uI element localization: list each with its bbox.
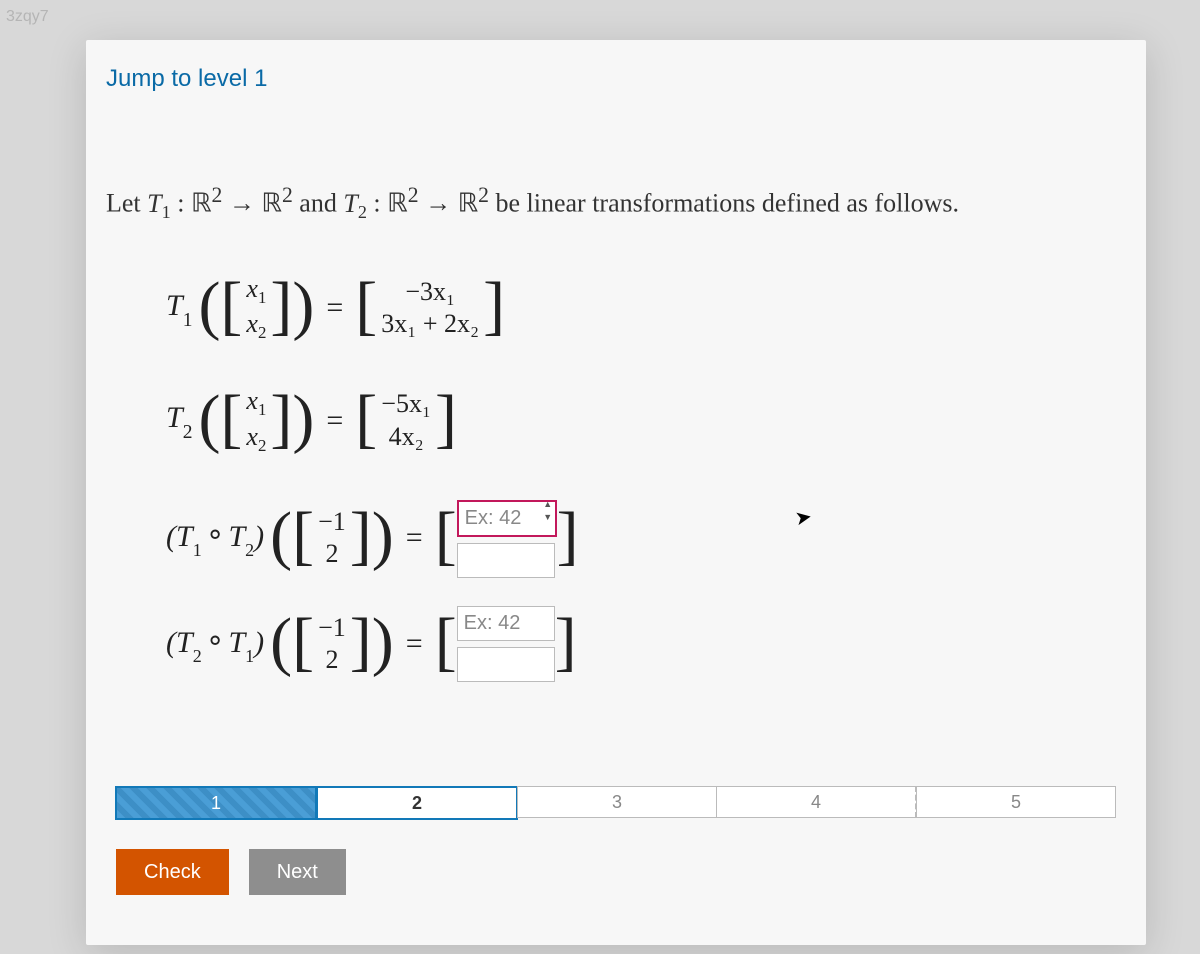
answer-input-2-top[interactable] <box>457 606 555 641</box>
sup2c: 2 <box>408 183 419 207</box>
compose-t2t1: (T2∘T1) <box>166 625 264 664</box>
equation-t1: T1 ( [ x1 x2 ] ) = [ −3x₁ 3x₁ + 2x₂ ] <box>166 273 1146 344</box>
close-bracket: ] <box>350 612 372 671</box>
definitions-block: T1 ( [ x1 x2 ] ) = [ −3x₁ 3x₁ + 2x₂ ] T2… <box>166 273 1146 456</box>
t2-label: T <box>166 401 183 434</box>
open-paren: ( <box>198 389 220 448</box>
equals-sign: = <box>326 291 343 325</box>
t2-label-sub: 2 <box>183 422 193 443</box>
arrow2: → <box>419 189 458 218</box>
spinner-down-icon[interactable]: ▼ <box>542 513 554 526</box>
and-text: and <box>293 189 344 218</box>
sup2d: 2 <box>478 183 489 207</box>
x2-sub: 2 <box>258 323 266 342</box>
answer-row-2: (T2∘T1) ( [ −1 2 ] ) = [ ] <box>166 606 1146 682</box>
open-paren: ( <box>198 276 220 335</box>
button-row: Check Next <box>116 849 346 895</box>
answer-input-2-bottom[interactable] <box>457 647 555 682</box>
close-paren: ) <box>372 612 394 671</box>
prompt-text: Let <box>106 189 147 218</box>
problem-prompt: Let T1 : ℝ2 → ℝ2 and T2 : ℝ2 → ℝ2 be lin… <box>106 183 1146 223</box>
output-vector: −5x₁ 4x₂ <box>377 388 435 453</box>
spinner-controls: ▲ ▼ <box>542 500 554 526</box>
t1-sub: 1 <box>162 202 171 222</box>
real-sym: ℝ <box>191 189 212 218</box>
x2: x <box>246 422 258 451</box>
x1-sub: 1 <box>258 288 266 307</box>
input-vector: −1 2 <box>314 506 350 571</box>
next-button[interactable]: Next <box>249 849 346 895</box>
output-vector: −3x₁ 3x₁ + 2x₂ <box>377 276 483 341</box>
input-vector: −1 2 <box>314 612 350 677</box>
close-bracket: ] <box>270 389 292 448</box>
jump-to-level-link[interactable]: Jump to level 1 <box>106 65 1146 93</box>
equals-sign: = <box>406 521 423 555</box>
t2-sub: 2 <box>358 202 367 222</box>
equals-sign: = <box>406 627 423 661</box>
open-bracket2: [ <box>435 612 457 671</box>
real-sym2: ℝ <box>261 189 282 218</box>
answer-input-1-bottom[interactable] <box>457 543 555 578</box>
t2-sym: T <box>343 189 357 218</box>
x1-sub: 1 <box>258 401 266 420</box>
equation-t2: T2 ( [ x1 x2 ] ) = [ −5x₁ 4x₂ ] <box>166 385 1146 456</box>
progress-step-4[interactable]: 4 <box>716 786 917 818</box>
close-bracket2: ] <box>557 506 579 565</box>
open-bracket: [ <box>292 612 314 671</box>
sup2b: 2 <box>282 183 293 207</box>
out-bot: 3x₁ + 2x₂ <box>381 308 479 341</box>
x2: x <box>246 309 258 338</box>
open-paren: ( <box>270 506 292 565</box>
progress-step-2[interactable]: 2 <box>316 786 518 820</box>
open-paren: ( <box>270 612 292 671</box>
v-bot: 2 <box>325 644 338 677</box>
sep2: : <box>367 189 387 218</box>
x1: x <box>246 386 258 415</box>
check-button[interactable]: Check <box>116 849 229 895</box>
close-paren: ) <box>372 506 394 565</box>
close-paren: ) <box>292 276 314 335</box>
out-bot: 4x₂ <box>389 421 424 454</box>
progress-step-3[interactable]: 3 <box>517 786 717 818</box>
real-sym4: ℝ <box>458 189 479 218</box>
v-top: −1 <box>318 506 346 539</box>
open-bracket: [ <box>220 276 242 335</box>
v-top: −1 <box>318 612 346 645</box>
open-bracket: [ <box>220 389 242 448</box>
watermark-text: 3zqy7 <box>6 8 49 26</box>
close-bracket2: ] <box>483 276 505 335</box>
t1-sym: T <box>147 189 161 218</box>
equals-sign: = <box>326 404 343 438</box>
open-bracket2: [ <box>435 506 457 565</box>
x2-sub: 2 <box>258 436 266 455</box>
arrow1: → <box>222 189 261 218</box>
sup2: 2 <box>212 183 223 207</box>
x1: x <box>246 274 258 303</box>
input-vector: x1 x2 <box>242 273 270 344</box>
progress-step-5[interactable]: 5 <box>916 786 1116 818</box>
t1-label: T <box>166 289 183 322</box>
answer-row-1: (T1∘T2) ( [ −1 2 ] ) = [ ▲ ▼ ] <box>166 498 1146 578</box>
answers-block: (T1∘T2) ( [ −1 2 ] ) = [ ▲ ▼ ] <box>166 498 1146 682</box>
close-bracket: ] <box>270 276 292 335</box>
close-bracket2: ] <box>555 612 577 671</box>
out-top: −3x₁ <box>405 276 455 309</box>
out-top: −5x₁ <box>381 388 431 421</box>
open-bracket2: [ <box>355 389 377 448</box>
progress-bar: 1 2 3 4 5 <box>116 786 1116 820</box>
close-bracket: ] <box>350 506 372 565</box>
progress-step-1[interactable]: 1 <box>115 786 317 820</box>
open-bracket: [ <box>292 506 314 565</box>
close-bracket2: ] <box>435 389 457 448</box>
sep: : <box>171 189 191 218</box>
input-vector: x1 x2 <box>242 385 270 456</box>
v-bot: 2 <box>325 538 338 571</box>
real-sym3: ℝ <box>387 189 408 218</box>
problem-card: Jump to level 1 Let T1 : ℝ2 → ℝ2 and T2 … <box>86 40 1146 945</box>
t1-label-sub: 1 <box>183 310 193 331</box>
prompt-tail: be linear transformations defined as fol… <box>489 189 959 218</box>
compose-t1t2: (T1∘T2) <box>166 519 264 558</box>
close-paren: ) <box>292 389 314 448</box>
open-bracket2: [ <box>355 276 377 335</box>
